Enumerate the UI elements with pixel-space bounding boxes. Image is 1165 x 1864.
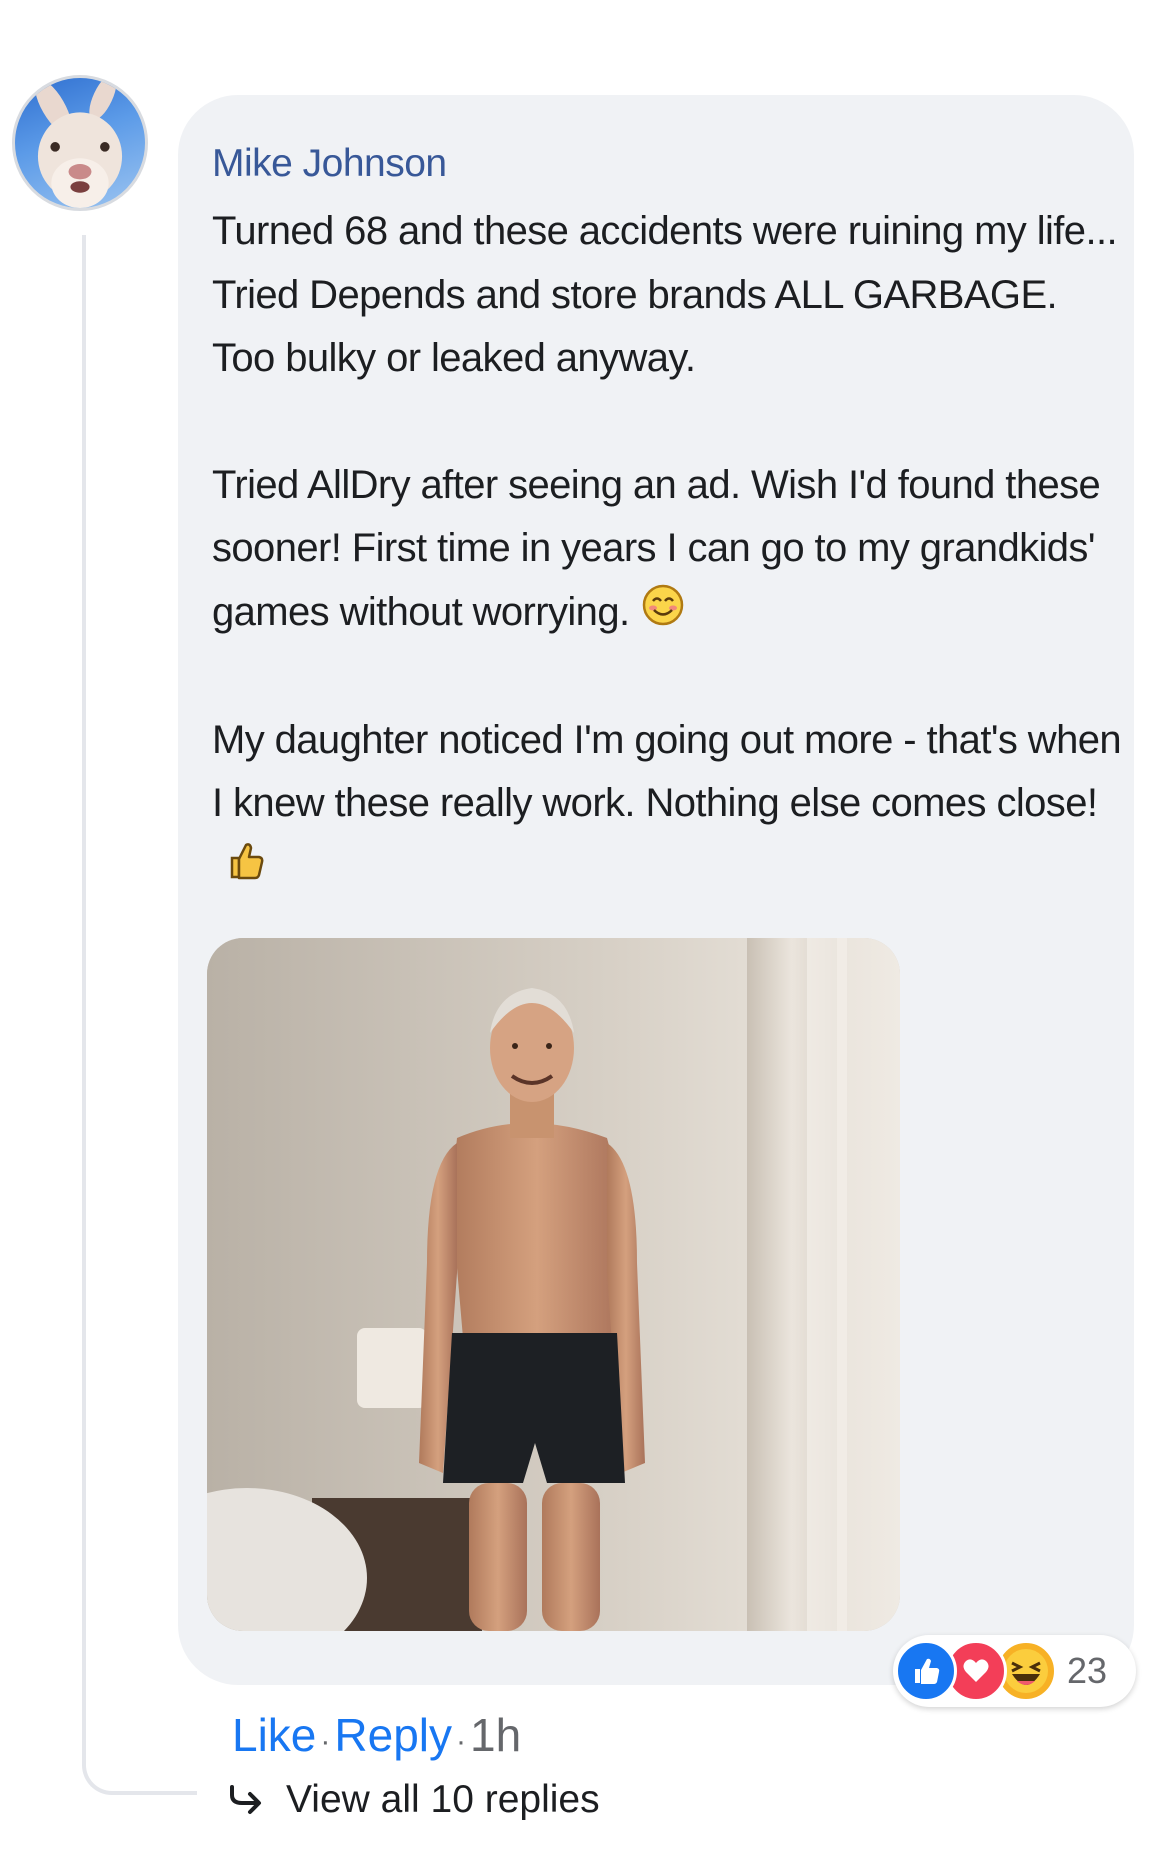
like-link[interactable]: Like	[232, 1709, 316, 1761]
comment-text: Turned 68 and these accidents were ruini…	[212, 200, 1122, 901]
reaction-count: 23	[1067, 1650, 1108, 1691]
comment-paragraph: My daughter noticed I'm going out more -…	[212, 709, 1122, 901]
action-separator: ·	[456, 1725, 466, 1758]
comment-photo[interactable]	[207, 938, 900, 1631]
man-in-underwear-photo	[207, 938, 900, 1631]
reply-link[interactable]: Reply	[334, 1709, 452, 1761]
avatar[interactable]	[12, 75, 148, 211]
action-separator: ·	[320, 1725, 331, 1758]
reactions-summary[interactable]: 23	[893, 1635, 1136, 1707]
view-replies-link[interactable]: View all 10 replies	[228, 1778, 600, 1822]
comment-author-name[interactable]: Mike Johnson	[212, 142, 447, 186]
rabbit-avatar-icon	[34, 78, 123, 208]
thumbs-up-emoji-icon	[224, 837, 266, 901]
comment-timestamp[interactable]: 1h	[470, 1709, 521, 1761]
comment-paragraph: Tried AllDry after seeing an ad. Wish I'…	[212, 454, 1122, 646]
comment-actions: Like ·Reply ·1h	[232, 1708, 521, 1762]
comment-paragraph: Turned 68 and these accidents were ruini…	[212, 209, 1118, 380]
view-replies-label: View all 10 replies	[286, 1778, 600, 1821]
reply-arrow-icon	[230, 1785, 261, 1814]
like-reaction-icon	[895, 1640, 957, 1702]
smiling-face-emoji-icon	[642, 582, 684, 646]
